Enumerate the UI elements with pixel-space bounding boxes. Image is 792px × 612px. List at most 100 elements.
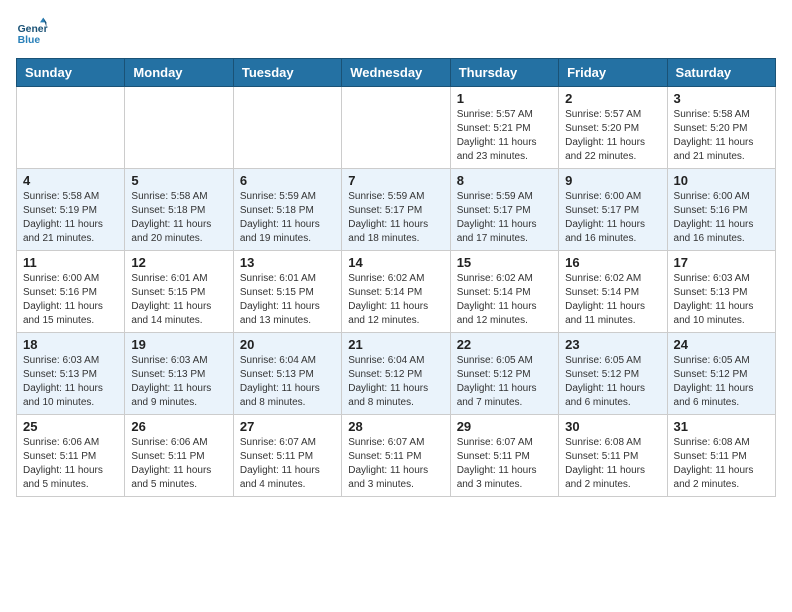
calendar-cell [342, 87, 450, 169]
day-info: Sunrise: 5:57 AM Sunset: 5:20 PM Dayligh… [565, 108, 660, 164]
day-info: Sunrise: 6:02 AM Sunset: 5:14 PM Dayligh… [457, 272, 552, 328]
day-info: Sunrise: 6:04 AM Sunset: 5:12 PM Dayligh… [348, 354, 443, 410]
day-number: 26 [131, 419, 226, 434]
logo: General Blue [16, 16, 52, 48]
day-number: 17 [674, 255, 769, 270]
day-info: Sunrise: 6:07 AM Sunset: 5:11 PM Dayligh… [348, 436, 443, 492]
day-number: 1 [457, 91, 552, 106]
calendar-cell: 23 Sunrise: 6:05 AM Sunset: 5:12 PM Dayli… [559, 333, 667, 415]
day-info: Sunrise: 5:59 AM Sunset: 5:18 PM Dayligh… [240, 190, 335, 246]
calendar-cell: 16Sunrise: 6:02 AM Sunset: 5:14 PM Dayli… [559, 251, 667, 333]
day-number: 29 [457, 419, 552, 434]
day-info: Sunrise: 6:07 AM Sunset: 5:11 PM Dayligh… [240, 436, 335, 492]
week-row-3: 11 Sunrise: 6:00 AM Sunset: 5:16 PM Dayli… [17, 251, 776, 333]
day-number: 25 [23, 419, 118, 434]
day-number: 13 [240, 255, 335, 270]
page-header: General Blue [16, 16, 776, 48]
day-info: Sunrise: 6:05 AM Sunset: 5:12 PM Dayligh… [457, 354, 552, 410]
calendar-cell [125, 87, 233, 169]
day-info: Sunrise: 6:02 AM Sunset: 5:14 PM Dayligh… [348, 272, 443, 328]
day-info: Sunrise: 5:59 AM Sunset: 5:17 PM Dayligh… [457, 190, 552, 246]
calendar-cell: 6 Sunrise: 5:59 AM Sunset: 5:18 PM Daylig… [233, 169, 341, 251]
day-info: Sunrise: 6:00 AM Sunset: 5:17 PM Dayligh… [565, 190, 660, 246]
day-number: 24 [674, 337, 769, 352]
calendar-cell: 13 Sunrise: 6:01 AM Sunset: 5:15 PM Dayli… [233, 251, 341, 333]
calendar-cell: 31 Sunrise: 6:08 AM Sunset: 5:11 PM Dayli… [667, 415, 775, 497]
day-info: Sunrise: 5:58 AM Sunset: 5:18 PM Dayligh… [131, 190, 226, 246]
day-number: 12 [131, 255, 226, 270]
calendar-cell: 14 Sunrise: 6:02 AM Sunset: 5:14 PM Dayli… [342, 251, 450, 333]
day-number: 18 [23, 337, 118, 352]
svg-text:Blue: Blue [18, 35, 41, 46]
day-info: Sunrise: 6:00 AM Sunset: 5:16 PM Dayligh… [674, 190, 769, 246]
calendar-cell: 27 Sunrise: 6:07 AM Sunset: 5:11 PM Dayli… [233, 415, 341, 497]
day-info: Sunrise: 6:04 AM Sunset: 5:13 PM Dayligh… [240, 354, 335, 410]
days-header-row: SundayMondayTuesdayWednesdayThursdayFrid… [17, 59, 776, 87]
day-number: 22 [457, 337, 552, 352]
week-row-2: 4Sunrise: 5:58 AM Sunset: 5:19 PM Daylig… [17, 169, 776, 251]
day-number: 23 [565, 337, 660, 352]
day-number: 4 [23, 173, 118, 188]
day-number: 31 [674, 419, 769, 434]
day-number: 27 [240, 419, 335, 434]
calendar-cell: 4Sunrise: 5:58 AM Sunset: 5:19 PM Daylig… [17, 169, 125, 251]
day-info: Sunrise: 6:03 AM Sunset: 5:13 PM Dayligh… [674, 272, 769, 328]
day-info: Sunrise: 6:08 AM Sunset: 5:11 PM Dayligh… [565, 436, 660, 492]
calendar-table: SundayMondayTuesdayWednesdayThursdayFrid… [16, 58, 776, 497]
day-number: 20 [240, 337, 335, 352]
week-row-1: 1 Sunrise: 5:57 AM Sunset: 5:21 PM Daylig… [17, 87, 776, 169]
day-info: Sunrise: 6:06 AM Sunset: 5:11 PM Dayligh… [23, 436, 118, 492]
day-info: Sunrise: 6:07 AM Sunset: 5:11 PM Dayligh… [457, 436, 552, 492]
day-info: Sunrise: 6:00 AM Sunset: 5:16 PM Dayligh… [23, 272, 118, 328]
day-number: 16 [565, 255, 660, 270]
calendar-cell: 7 Sunrise: 5:59 AM Sunset: 5:17 PM Daylig… [342, 169, 450, 251]
calendar-cell: 26 Sunrise: 6:06 AM Sunset: 5:11 PM Dayli… [125, 415, 233, 497]
day-info: Sunrise: 5:57 AM Sunset: 5:21 PM Dayligh… [457, 108, 552, 164]
day-info: Sunrise: 5:58 AM Sunset: 5:20 PM Dayligh… [674, 108, 769, 164]
day-info: Sunrise: 6:01 AM Sunset: 5:15 PM Dayligh… [131, 272, 226, 328]
logo-icon: General Blue [16, 16, 48, 48]
day-number: 10 [674, 173, 769, 188]
day-number: 14 [348, 255, 443, 270]
calendar-cell: 30Sunrise: 6:08 AM Sunset: 5:11 PM Dayli… [559, 415, 667, 497]
calendar-cell: 24Sunrise: 6:05 AM Sunset: 5:12 PM Dayli… [667, 333, 775, 415]
day-info: Sunrise: 6:01 AM Sunset: 5:15 PM Dayligh… [240, 272, 335, 328]
day-header-thursday: Thursday [450, 59, 558, 87]
day-number: 9 [565, 173, 660, 188]
day-info: Sunrise: 6:03 AM Sunset: 5:13 PM Dayligh… [131, 354, 226, 410]
day-info: Sunrise: 6:06 AM Sunset: 5:11 PM Dayligh… [131, 436, 226, 492]
day-header-wednesday: Wednesday [342, 59, 450, 87]
day-info: Sunrise: 6:08 AM Sunset: 5:11 PM Dayligh… [674, 436, 769, 492]
svg-text:General: General [18, 24, 48, 35]
day-number: 2 [565, 91, 660, 106]
day-number: 21 [348, 337, 443, 352]
calendar-cell: 29 Sunrise: 6:07 AM Sunset: 5:11 PM Dayli… [450, 415, 558, 497]
calendar-cell: 2 Sunrise: 5:57 AM Sunset: 5:20 PM Daylig… [559, 87, 667, 169]
calendar-cell: 15Sunrise: 6:02 AM Sunset: 5:14 PM Dayli… [450, 251, 558, 333]
day-number: 6 [240, 173, 335, 188]
calendar-cell: 12 Sunrise: 6:01 AM Sunset: 5:15 PM Dayli… [125, 251, 233, 333]
day-number: 11 [23, 255, 118, 270]
day-info: Sunrise: 6:05 AM Sunset: 5:12 PM Dayligh… [565, 354, 660, 410]
week-row-5: 25 Sunrise: 6:06 AM Sunset: 5:11 PM Dayli… [17, 415, 776, 497]
calendar-cell: 3 Sunrise: 5:58 AM Sunset: 5:20 PM Daylig… [667, 87, 775, 169]
calendar-cell: 8Sunrise: 5:59 AM Sunset: 5:17 PM Daylig… [450, 169, 558, 251]
day-number: 5 [131, 173, 226, 188]
calendar-cell: 11 Sunrise: 6:00 AM Sunset: 5:16 PM Dayli… [17, 251, 125, 333]
day-header-friday: Friday [559, 59, 667, 87]
day-info: Sunrise: 5:59 AM Sunset: 5:17 PM Dayligh… [348, 190, 443, 246]
week-row-4: 18 Sunrise: 6:03 AM Sunset: 5:13 PM Dayli… [17, 333, 776, 415]
day-header-sunday: Sunday [17, 59, 125, 87]
day-header-monday: Monday [125, 59, 233, 87]
day-number: 28 [348, 419, 443, 434]
calendar-cell: 28 Sunrise: 6:07 AM Sunset: 5:11 PM Dayli… [342, 415, 450, 497]
calendar-cell: 5 Sunrise: 5:58 AM Sunset: 5:18 PM Daylig… [125, 169, 233, 251]
day-number: 7 [348, 173, 443, 188]
calendar-cell [233, 87, 341, 169]
calendar-cell: 19Sunrise: 6:03 AM Sunset: 5:13 PM Dayli… [125, 333, 233, 415]
day-number: 3 [674, 91, 769, 106]
day-info: Sunrise: 6:03 AM Sunset: 5:13 PM Dayligh… [23, 354, 118, 410]
day-header-saturday: Saturday [667, 59, 775, 87]
calendar-cell: 20 Sunrise: 6:04 AM Sunset: 5:13 PM Dayli… [233, 333, 341, 415]
calendar-cell [17, 87, 125, 169]
